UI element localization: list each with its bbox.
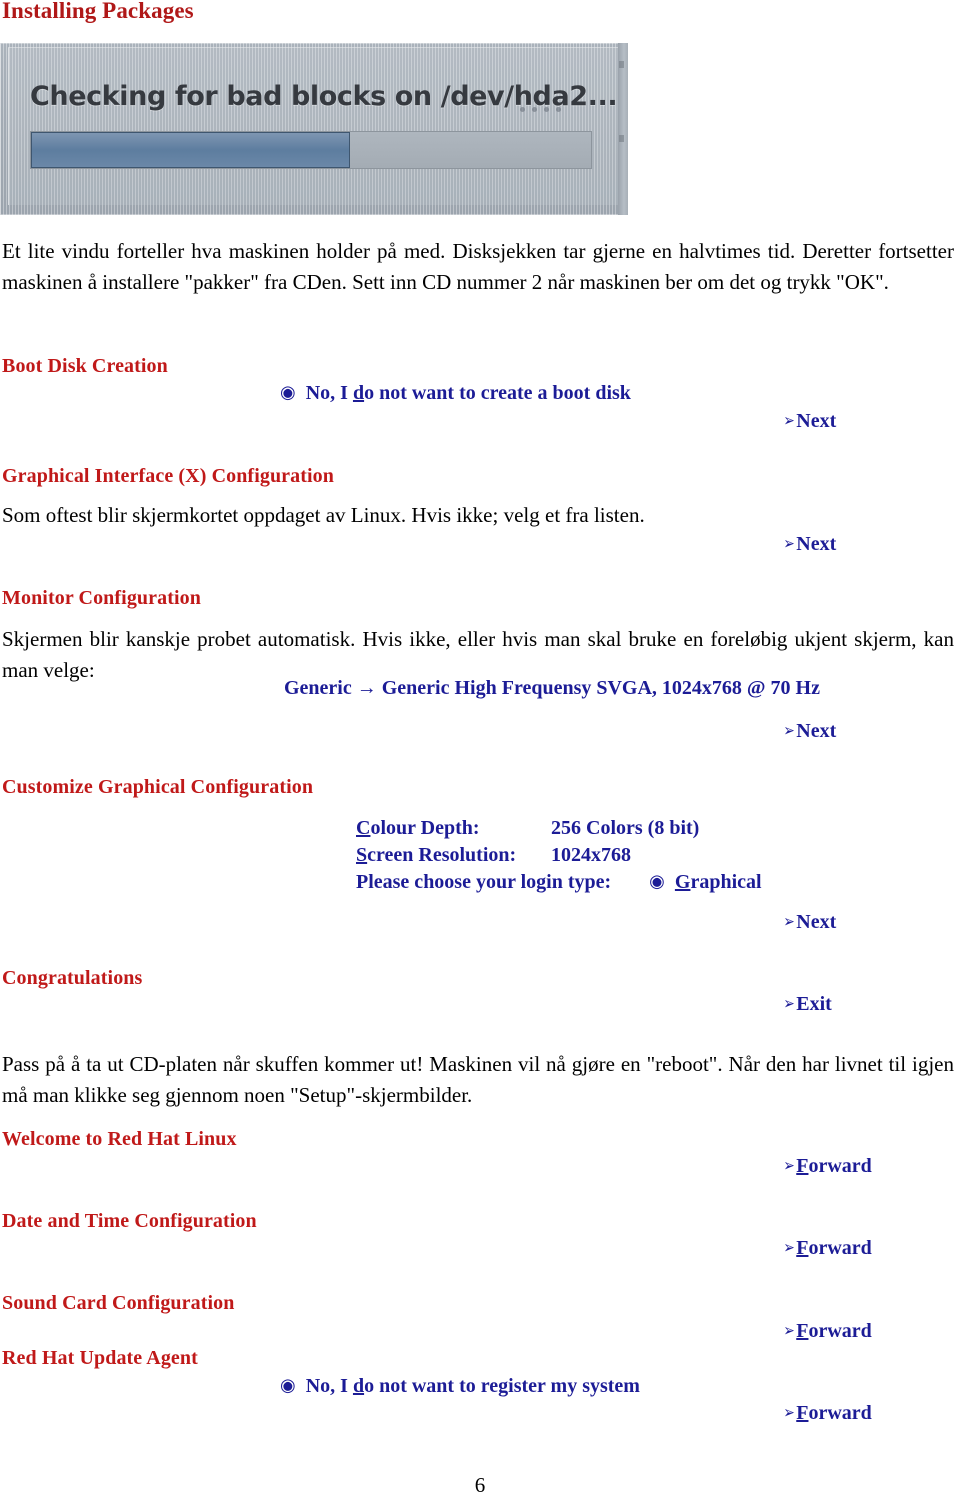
nav-forward-welcome-label: Forward bbox=[796, 1155, 872, 1177]
section-heading-update-agent: Red Hat Update Agent bbox=[2, 1347, 198, 1369]
monitor-paragraph-text: Skjermen blir kanskje probet automatisk.… bbox=[2, 627, 954, 682]
section-heading-welcome: Welcome to Red Hat Linux bbox=[2, 1128, 237, 1150]
nav-forward-datetime[interactable]: ➢Forward bbox=[782, 1237, 872, 1260]
intro-paragraph: Et lite vindu forteller hva maskinen hol… bbox=[2, 236, 954, 298]
nav-forward-sound-card[interactable]: ➢Forward bbox=[782, 1320, 872, 1343]
login-type-label: Please choose your login type: bbox=[356, 871, 612, 893]
nav-exit-congratulations[interactable]: ➢Exit bbox=[782, 993, 832, 1016]
page-number: 6 bbox=[474, 1473, 486, 1497]
arrow-bullet-icon: ➢ bbox=[783, 534, 795, 554]
arrow-bullet-icon: ➢ bbox=[783, 1238, 795, 1258]
radio-selected-icon[interactable]: ◉ bbox=[280, 1375, 296, 1396]
nav-forward-datetime-label: Forward bbox=[796, 1237, 872, 1259]
monitor-choice[interactable]: Generic → Generic High Frequensy SVGA, 1… bbox=[284, 677, 820, 700]
login-type-value[interactable]: Graphical bbox=[675, 871, 762, 893]
option-no-boot-disk-label: No, I do not want to create a boot disk bbox=[305, 382, 631, 404]
arrow-bullet-icon: ➢ bbox=[783, 912, 795, 932]
nav-next-monitor[interactable]: ➢Next bbox=[782, 720, 836, 743]
colour-depth-value[interactable]: 256 Colors (8 bit) bbox=[551, 815, 699, 842]
monitor-choice-label: Generic → Generic High Frequensy SVGA, 1… bbox=[284, 677, 820, 699]
nav-forward-sound-card-label: Forward bbox=[796, 1320, 872, 1342]
section-heading-monitor: Monitor Configuration bbox=[2, 587, 201, 609]
nav-next-boot-disk-label: Next bbox=[796, 410, 837, 432]
screen-resolution-label: Screen Resolution: bbox=[356, 844, 517, 866]
arrow-bullet-icon: ➢ bbox=[783, 411, 795, 431]
nav-next-boot-disk[interactable]: ➢Next bbox=[782, 410, 836, 433]
setting-row-colour-depth: Colour Depth: 256 Colors (8 bit) bbox=[356, 815, 762, 842]
section-heading-graphical-interface: Graphical Interface (X) Configuration bbox=[2, 465, 334, 487]
option-no-register-label: No, I do not want to register my system bbox=[305, 1375, 640, 1397]
nav-next-monitor-label: Next bbox=[796, 720, 837, 742]
nav-next-customize-label: Next bbox=[796, 911, 837, 933]
graphical-interface-paragraph-text: Som oftest blir skjermkortet oppdaget av… bbox=[2, 503, 645, 527]
progress-bar-fill bbox=[31, 132, 351, 168]
graphical-interface-paragraph: Som oftest blir skjermkortet oppdaget av… bbox=[2, 500, 762, 531]
section-heading-congratulations: Congratulations bbox=[2, 967, 143, 989]
nav-forward-welcome[interactable]: ➢Forward bbox=[782, 1155, 872, 1178]
customize-settings-block: Colour Depth: 256 Colors (8 bit) Screen R… bbox=[356, 815, 762, 896]
congratulations-paragraph-text: Pass på å ta ut CD-platen når skuffen ko… bbox=[2, 1052, 954, 1107]
dialog-decoration-dots bbox=[520, 107, 580, 113]
option-no-register[interactable]: ◉ No, I do not want to register my syste… bbox=[280, 1375, 640, 1398]
nav-exit-congratulations-label: Exit bbox=[796, 993, 832, 1015]
arrow-bullet-icon: ➢ bbox=[783, 721, 795, 741]
nav-next-graphical-interface-label: Next bbox=[796, 533, 837, 555]
progress-bar-track bbox=[30, 131, 592, 169]
nav-forward-update-agent[interactable]: ➢Forward bbox=[782, 1402, 872, 1425]
screen-resolution-value[interactable]: 1024x768 bbox=[551, 842, 631, 869]
section-heading-boot-disk: Boot Disk Creation bbox=[2, 355, 168, 377]
intro-paragraph-text: Et lite vindu forteller hva maskinen hol… bbox=[2, 239, 954, 294]
arrow-bullet-icon: ➢ bbox=[783, 1156, 795, 1176]
disk-check-dialog-screenshot: Checking for bad blocks on /dev/hda2... bbox=[0, 43, 628, 215]
page-title: Installing Packages bbox=[2, 0, 194, 23]
setting-row-screen-resolution: Screen Resolution: 1024x768 bbox=[356, 842, 762, 869]
arrow-bullet-icon: ➢ bbox=[783, 994, 795, 1014]
document-page: Installing Packages Checking for bad blo… bbox=[0, 0, 960, 1512]
nav-next-graphical-interface[interactable]: ➢Next bbox=[782, 533, 836, 556]
congratulations-paragraph: Pass på å ta ut CD-platen når skuffen ko… bbox=[2, 1049, 954, 1111]
dialog-right-edge bbox=[618, 43, 628, 215]
arrow-bullet-icon: ➢ bbox=[783, 1321, 795, 1341]
radio-selected-icon[interactable]: ◉ bbox=[280, 382, 296, 403]
nav-forward-update-agent-label: Forward bbox=[796, 1402, 872, 1424]
section-heading-customize: Customize Graphical Configuration bbox=[2, 776, 314, 798]
setting-row-login-type: Please choose your login type: ◉ Graphic… bbox=[356, 869, 762, 896]
nav-next-customize[interactable]: ➢Next bbox=[782, 911, 836, 934]
section-heading-datetime: Date and Time Configuration bbox=[2, 1210, 257, 1232]
dialog-surface bbox=[8, 47, 618, 205]
option-no-boot-disk[interactable]: ◉ No, I do not want to create a boot dis… bbox=[280, 382, 631, 405]
radio-selected-icon[interactable]: ◉ bbox=[649, 868, 665, 895]
arrow-bullet-icon: ➢ bbox=[783, 1403, 795, 1423]
section-heading-sound-card: Sound Card Configuration bbox=[2, 1292, 235, 1314]
colour-depth-label: Colour Depth: bbox=[356, 817, 480, 839]
